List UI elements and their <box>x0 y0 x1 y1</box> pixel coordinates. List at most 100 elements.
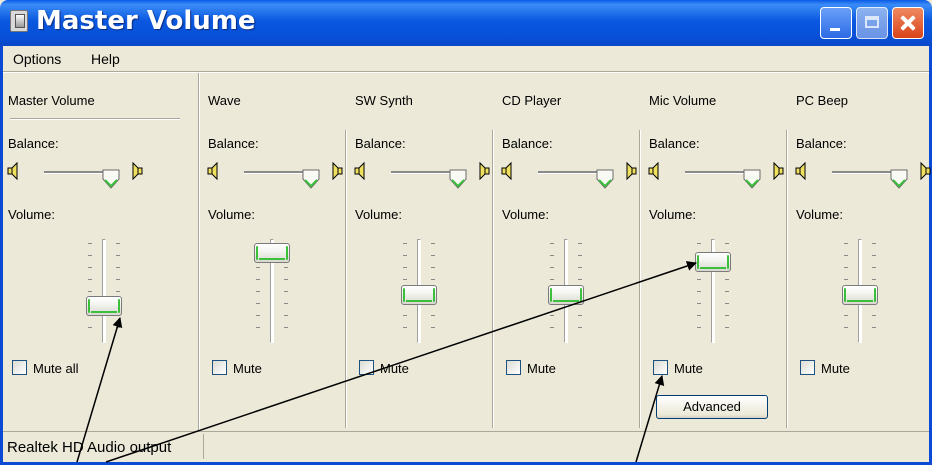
balance-slider[interactable] <box>794 161 932 189</box>
balance-slider[interactable] <box>206 161 346 189</box>
volume-label: Volume: <box>502 207 549 222</box>
speaker-right-icon <box>771 161 785 181</box>
mute-checkbox[interactable] <box>212 360 227 375</box>
volume-slider[interactable] <box>250 239 294 343</box>
mute-label: Mute <box>380 361 409 376</box>
mute-label: Mute <box>233 361 262 376</box>
balance-slider[interactable] <box>647 161 787 189</box>
mute-checkbox[interactable] <box>653 360 668 375</box>
volume-label: Volume: <box>355 207 402 222</box>
volume-label: Volume: <box>208 207 255 222</box>
balance-thumb[interactable] <box>594 168 616 190</box>
menu-help[interactable]: Help <box>91 51 120 67</box>
status-bar: Realtek HD Audio output <box>3 431 929 462</box>
menu-options[interactable]: Options <box>13 51 61 67</box>
mute-checkbox[interactable] <box>359 360 374 375</box>
speaker-left-icon <box>647 161 661 181</box>
mute-label: Mute all <box>33 361 79 376</box>
mixer-column: PC Beep Balance: Volume: Mute <box>788 73 932 428</box>
channel-name: PC Beep <box>796 93 849 108</box>
mixer-column: Wave Balance: Volume: Mute <box>200 73 345 428</box>
maximize-button[interactable] <box>856 7 888 39</box>
mixer-column: SW Synth Balance: Volume: Mute <box>347 73 492 428</box>
channel-name: Mic Volume <box>649 93 717 108</box>
column-separator <box>639 130 641 428</box>
mute-checkbox[interactable] <box>12 360 27 375</box>
balance-track <box>44 169 120 189</box>
balance-slider[interactable] <box>500 161 640 189</box>
mixer-column: Mic Volume Balance: Volume: Mute <box>641 73 786 428</box>
volume-label: Volume: <box>8 207 55 222</box>
volume-thumb[interactable] <box>695 252 731 272</box>
master-divider-line <box>10 118 180 120</box>
balance-thumb[interactable] <box>888 168 910 190</box>
speaker-left-icon <box>794 161 808 181</box>
volume-ticks <box>88 243 92 339</box>
balance-track <box>538 169 614 189</box>
master-separator <box>198 73 200 430</box>
title-bar[interactable]: Master Volume <box>0 0 932 46</box>
menu-bar: Options Help <box>3 46 929 72</box>
balance-track <box>685 169 761 189</box>
volume-slider[interactable] <box>397 239 441 343</box>
balance-label: Balance: <box>649 136 700 151</box>
volume-thumb[interactable] <box>86 296 122 316</box>
mute-label: Mute <box>527 361 556 376</box>
volume-label: Volume: <box>796 207 843 222</box>
balance-label: Balance: <box>8 136 59 151</box>
volume-thumb[interactable] <box>842 285 878 305</box>
volume-thumb[interactable] <box>254 243 290 263</box>
minimize-button[interactable] <box>820 7 852 39</box>
channel-name: SW Synth <box>355 93 413 108</box>
speaker-right-icon <box>624 161 638 181</box>
volume-slider[interactable] <box>544 239 588 343</box>
volume-slider[interactable] <box>838 239 882 343</box>
column-separator <box>345 130 347 428</box>
balance-track <box>832 169 908 189</box>
mute-label: Mute <box>674 361 703 376</box>
volume-thumb[interactable] <box>548 285 584 305</box>
balance-thumb[interactable] <box>100 168 122 190</box>
volume-ticks <box>116 243 120 339</box>
speaker-left-icon <box>6 161 20 181</box>
volume-label: Volume: <box>649 207 696 222</box>
balance-label: Balance: <box>502 136 553 151</box>
advanced-button[interactable]: Advanced <box>656 395 768 419</box>
app-icon <box>10 10 28 32</box>
volume-track <box>102 239 106 343</box>
balance-slider[interactable] <box>6 161 146 189</box>
status-panel <box>203 434 924 459</box>
channel-name: Wave <box>208 93 241 108</box>
volume-thumb[interactable] <box>401 285 437 305</box>
balance-label: Balance: <box>208 136 259 151</box>
speaker-right-icon <box>330 161 344 181</box>
mixer-column: CD Player Balance: Volume: Mute <box>494 73 639 428</box>
speaker-right-icon <box>477 161 491 181</box>
channel-name: Master Volume <box>8 93 95 108</box>
balance-label: Balance: <box>796 136 847 151</box>
speaker-left-icon <box>500 161 514 181</box>
volume-slider[interactable] <box>82 239 126 343</box>
balance-thumb[interactable] <box>447 168 469 190</box>
mixer-column: Master Volume Balance: Volume: Mute all <box>0 73 196 428</box>
speaker-right-icon <box>130 161 144 181</box>
window-title: Master Volume <box>36 6 256 36</box>
mute-checkbox[interactable] <box>506 360 521 375</box>
balance-track <box>244 169 320 189</box>
volume-slider[interactable] <box>691 239 735 343</box>
status-text: Realtek HD Audio output <box>7 439 172 456</box>
close-button[interactable] <box>892 7 924 39</box>
channel-name: CD Player <box>502 93 562 108</box>
balance-thumb[interactable] <box>741 168 763 190</box>
column-separator <box>492 130 494 428</box>
master-volume-window: Master Volume Options Help Master Volume… <box>0 0 932 465</box>
balance-thumb[interactable] <box>300 168 322 190</box>
balance-label: Balance: <box>355 136 406 151</box>
mute-checkbox[interactable] <box>800 360 815 375</box>
speaker-right-icon <box>918 161 932 181</box>
column-separator <box>786 130 788 428</box>
speaker-left-icon <box>353 161 367 181</box>
balance-slider[interactable] <box>353 161 493 189</box>
speaker-left-icon <box>206 161 220 181</box>
balance-track <box>391 169 467 189</box>
